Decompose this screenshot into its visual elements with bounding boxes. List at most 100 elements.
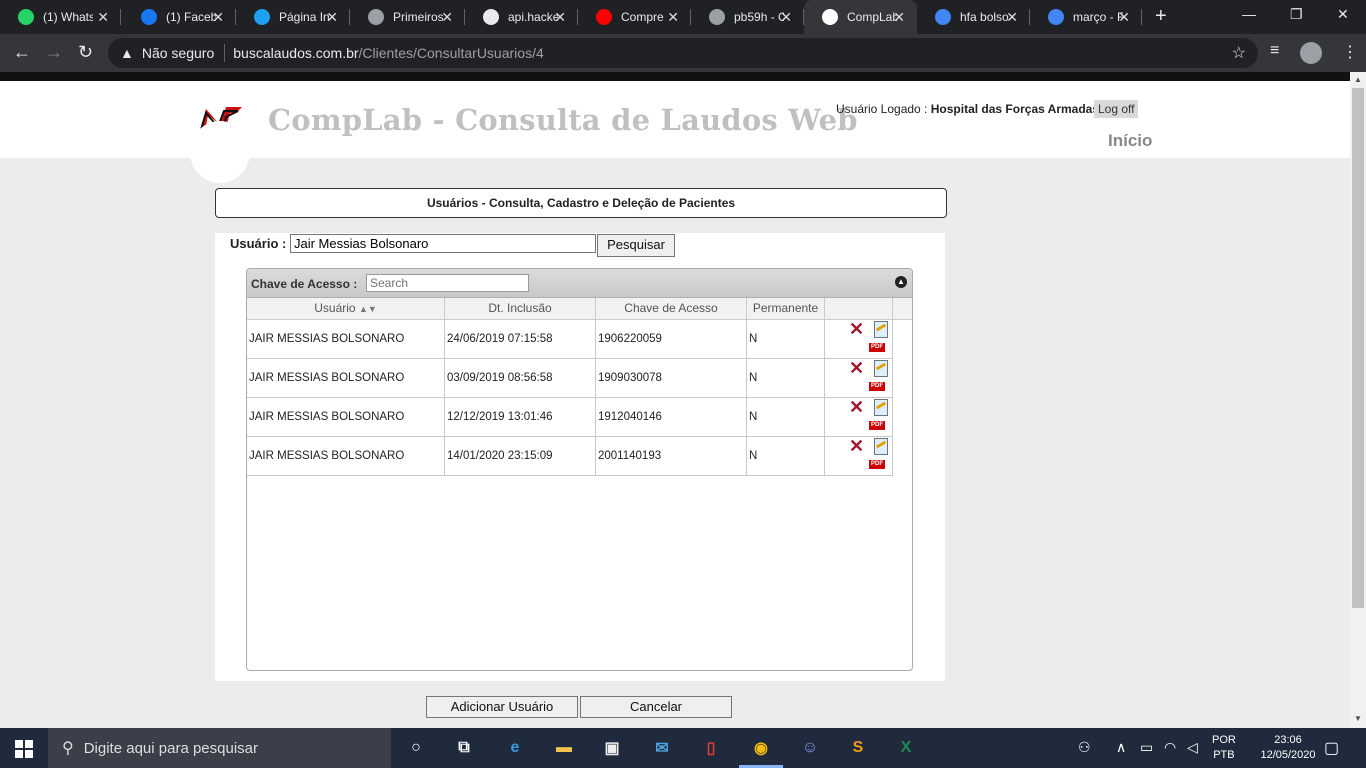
logoff-link[interactable]: Log off: [1094, 100, 1139, 118]
tab-close-icon[interactable]: ✕: [212, 9, 224, 26]
tab-5[interactable]: api.hacker ✕: [465, 0, 578, 34]
tab-10[interactable]: março - F ✕: [1030, 0, 1142, 34]
forward-arrow-icon[interactable]: →: [45, 42, 63, 63]
task-view-icon[interactable]: ⧉: [452, 736, 476, 760]
collapse-grid-icon[interactable]: ▲: [895, 276, 907, 288]
tab-4[interactable]: Primeiros ✕: [350, 0, 465, 34]
scrollbar-thumb[interactable]: [1352, 88, 1364, 608]
site-title: CompLab - Consulta de Laudos Web: [268, 103, 858, 137]
pdf-edit-icon[interactable]: PDF: [869, 438, 888, 472]
chrome-icon[interactable]: ◉: [739, 736, 783, 768]
tab-8[interactable]: CompLab ✕: [804, 0, 917, 34]
wifi-icon[interactable]: ◠: [1164, 739, 1176, 756]
tray-overflow-icon[interactable]: ∧: [1116, 739, 1126, 756]
tab-3[interactable]: Página Inicial✕: [236, 0, 350, 34]
scroll-up-icon[interactable]: ▲: [1354, 75, 1362, 84]
store-icon[interactable]: ▣: [600, 736, 624, 760]
tab-close-icon[interactable]: ✕: [326, 9, 338, 26]
notification-icon[interactable]: ▢: [1324, 738, 1339, 758]
cell-inclusao: 03/09/2019 08:56:58: [445, 359, 596, 397]
tab-title: api.hacker: [508, 10, 558, 24]
add-user-button[interactable]: Adicionar Usuário: [426, 696, 578, 718]
column-header-usuario[interactable]: Usuário ▲▼: [247, 298, 445, 319]
bookmark-star-icon[interactable]: ☆: [1232, 43, 1246, 63]
input-language-indicator[interactable]: POR PTB: [1212, 733, 1236, 763]
excel-icon[interactable]: X: [894, 736, 918, 760]
delete-icon[interactable]: ✕: [849, 437, 864, 455]
back-arrow-icon[interactable]: ←: [13, 42, 31, 63]
menu-kebab-icon[interactable]: ⋮: [1342, 42, 1358, 62]
logged-user-name: Hospital das Forças Armadas: [930, 102, 1100, 116]
reload-icon[interactable]: ↻: [78, 42, 93, 63]
cell-permanente: N: [747, 359, 825, 397]
cell-usuario: JAIR MESSIAS BOLSONARO: [247, 320, 445, 358]
table-row[interactable]: JAIR MESSIAS BOLSONARO 12/12/2019 13:01:4…: [247, 398, 893, 437]
user-search-input[interactable]: [290, 234, 596, 253]
minimize-icon[interactable]: —: [1242, 6, 1256, 22]
tab-7[interactable]: pb59h - C ✕: [691, 0, 804, 34]
new-tab-button[interactable]: +: [1155, 5, 1167, 28]
tab-2[interactable]: (1) Facebook✕: [123, 0, 236, 34]
browser-tab-strip: (1) WhatsApp✕(1) Facebook✕Página Inicial…: [0, 0, 1366, 34]
address-bar[interactable]: ▲ Não seguro buscalaudos.com.br/Clientes…: [108, 38, 1258, 68]
column-header-chave[interactable]: Chave de Acesso: [596, 298, 747, 319]
pdf-edit-icon[interactable]: PDF: [869, 360, 888, 394]
column-header-permanente[interactable]: Permanente: [747, 298, 825, 319]
tab-title: CompLab: [847, 10, 897, 24]
keyboard-layout: PTB: [1213, 749, 1235, 761]
tab-close-icon[interactable]: ✕: [1118, 9, 1130, 26]
cell-chave: 1906220059: [596, 320, 747, 358]
restore-icon[interactable]: ❐: [1290, 6, 1303, 23]
sublime-text-icon[interactable]: S: [846, 736, 870, 760]
tab-close-icon[interactable]: ✕: [780, 9, 792, 26]
tab-title: hfa bolso: [960, 10, 1009, 24]
tab-separator: [1141, 9, 1142, 25]
cancel-button[interactable]: Cancelar: [580, 696, 732, 718]
tab-9[interactable]: hfa bolso ✕: [917, 0, 1030, 34]
web-page: CompLab - Consulta de Laudos Web Usuário…: [0, 81, 1350, 728]
delete-icon[interactable]: ✕: [849, 320, 864, 338]
tab-close-icon[interactable]: ✕: [667, 9, 679, 26]
system-clock[interactable]: 23:06 12/05/2020: [1260, 733, 1316, 763]
close-window-icon[interactable]: ✕: [1337, 6, 1349, 23]
media-control-icon[interactable]: ≡: [1270, 42, 1279, 60]
table-row[interactable]: JAIR MESSIAS BOLSONARO 24/06/2019 07:15:5…: [247, 320, 893, 359]
scroll-down-icon[interactable]: ▼: [1354, 714, 1362, 723]
edge-icon[interactable]: e: [503, 736, 527, 760]
cell-chave: 1909030078: [596, 359, 747, 397]
profile-avatar[interactable]: [1300, 42, 1322, 64]
windows-start-icon[interactable]: [15, 740, 33, 758]
mail-icon[interactable]: ✉: [650, 736, 674, 760]
sort-indicator-icon: ▲▼: [358, 304, 377, 314]
users-grid: Chave de Acesso : ▲ Usuário ▲▼ Dt. Inclu…: [246, 268, 913, 671]
cell-usuario: JAIR MESSIAS BOLSONARO: [247, 398, 445, 436]
battery-icon[interactable]: ▭: [1140, 739, 1153, 756]
tab-close-icon[interactable]: ✕: [893, 9, 905, 26]
discord-icon[interactable]: ☺: [798, 736, 822, 760]
home-link[interactable]: Início: [1108, 131, 1152, 151]
tab-close-icon[interactable]: ✕: [441, 9, 453, 26]
volume-icon[interactable]: ◁: [1187, 739, 1198, 756]
office-icon[interactable]: ▯: [699, 736, 723, 760]
pdf-edit-icon[interactable]: PDF: [869, 321, 888, 355]
pdf-label: PDF: [869, 421, 885, 430]
column-header-inclusao[interactable]: Dt. Inclusão: [445, 298, 596, 319]
delete-icon[interactable]: ✕: [849, 359, 864, 377]
tab-close-icon[interactable]: ✕: [97, 9, 109, 26]
tab-close-icon[interactable]: ✕: [554, 9, 566, 26]
whatsapp-icon: [18, 9, 34, 25]
table-row[interactable]: JAIR MESSIAS BOLSONARO 03/09/2019 08:56:5…: [247, 359, 893, 398]
table-row[interactable]: JAIR MESSIAS BOLSONARO 14/01/2020 23:15:0…: [247, 437, 893, 476]
delete-icon[interactable]: ✕: [849, 398, 864, 416]
tab-close-icon[interactable]: ✕: [1006, 9, 1018, 26]
cell-chave: 1912040146: [596, 398, 747, 436]
taskbar-search-box[interactable]: ⚲ Digite aqui para pesquisar: [48, 728, 391, 768]
tab-1[interactable]: (1) WhatsApp ✕: [0, 0, 121, 34]
search-button[interactable]: Pesquisar: [597, 234, 675, 257]
access-key-search-input[interactable]: [366, 274, 529, 292]
tab-6[interactable]: Compre ✕: [578, 0, 691, 34]
cortana-icon[interactable]: ○: [404, 736, 428, 760]
pdf-edit-icon[interactable]: PDF: [869, 399, 888, 433]
people-icon[interactable]: ⚇: [1078, 739, 1091, 756]
file-explorer-icon[interactable]: ▬: [552, 736, 576, 760]
